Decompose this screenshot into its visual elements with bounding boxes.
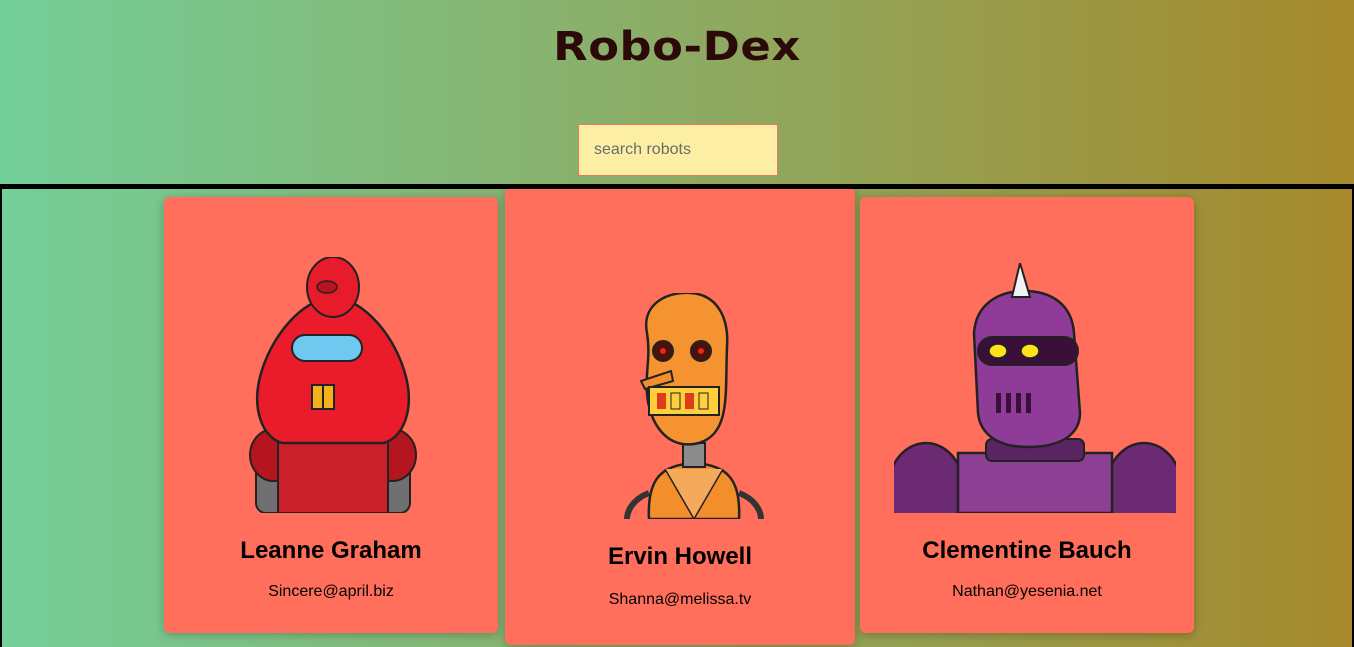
- robot-name: Clementine Bauch: [922, 537, 1132, 564]
- robot-email: Nathan@yesenia.net: [952, 583, 1102, 600]
- app-title: Robo-Dex: [553, 24, 801, 70]
- orange-robot-icon: [624, 293, 764, 519]
- red-robot-icon: [249, 257, 417, 513]
- robot-card[interactable]: Ervin Howell Shanna@melissa.tv: [505, 189, 855, 645]
- robot-name: Leanne Graham: [240, 537, 422, 564]
- search-input[interactable]: [578, 124, 778, 176]
- robot-card[interactable]: Clementine Bauch Nathan@yesenia.net: [860, 197, 1194, 633]
- robot-card[interactable]: Leanne Graham Sincere@april.biz: [164, 197, 498, 633]
- robot-card-list[interactable]: Leanne Graham Sincere@april.biz Ervin Ho…: [0, 184, 1354, 647]
- robot-name: Ervin Howell: [607, 543, 753, 570]
- robot-email: Sincere@april.biz: [268, 583, 394, 600]
- purple-robot-icon: [894, 263, 1176, 513]
- robot-email: Shanna@melissa.tv: [608, 591, 752, 608]
